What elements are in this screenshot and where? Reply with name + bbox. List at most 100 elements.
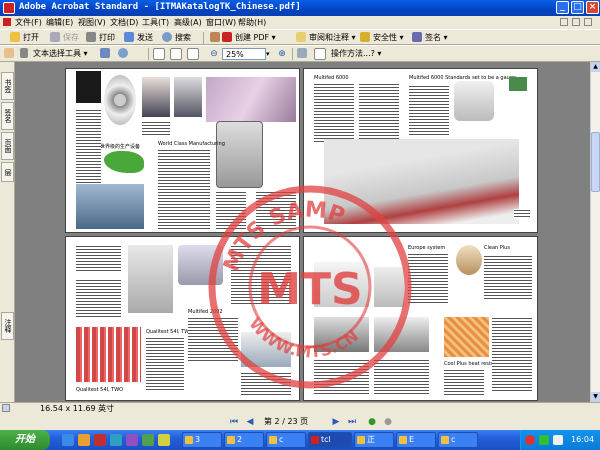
- next-page-button[interactable]: ▶: [330, 416, 342, 428]
- total-pages: 23: [287, 417, 298, 426]
- machine-photo: [454, 81, 494, 121]
- back-view-button[interactable]: ●: [366, 416, 378, 428]
- send-button[interactable]: 发送: [124, 31, 153, 44]
- snapshot-tool-button[interactable]: [100, 47, 113, 60]
- tray-icon[interactable]: [539, 435, 549, 445]
- tab-bookmarks[interactable]: 书签: [1, 72, 14, 100]
- heading-clean-plus: Clean Plus: [484, 245, 510, 251]
- scroll-thumb[interactable]: [591, 132, 600, 192]
- taskbar-item[interactable]: c: [438, 432, 478, 448]
- text-column: [409, 85, 449, 135]
- tab-signatures[interactable]: 签名: [1, 102, 14, 130]
- quicklaunch-icon[interactable]: [158, 434, 170, 446]
- watermark-bottom-text: WWW.MTS.CN: [245, 314, 362, 361]
- menu-window[interactable]: 窗口(W): [206, 16, 236, 29]
- fit-width-button[interactable]: [187, 47, 200, 60]
- scroll-left-icon[interactable]: [2, 404, 10, 412]
- hand-tool-button[interactable]: [4, 47, 15, 60]
- page-indicator[interactable]: 第 2 / 23 页: [264, 416, 308, 428]
- document-view[interactable]: 世界级的生产设备 World Class Manufacturing Multi…: [15, 62, 590, 402]
- minimize-button[interactable]: _: [556, 1, 569, 14]
- taskbar-item[interactable]: c: [266, 432, 306, 448]
- fabric-photo: [206, 77, 296, 122]
- zoom-in-icon: [118, 48, 128, 58]
- doc-restore-icon[interactable]: [572, 18, 580, 26]
- vertical-scrollbar[interactable]: ▲ ▼: [590, 62, 600, 402]
- status-bar: 16.54 x 11.69 英寸: [0, 402, 600, 414]
- quicklaunch-icon[interactable]: [78, 434, 90, 446]
- text-select-tool-button[interactable]: 文本选择工具 ▾: [20, 47, 88, 60]
- scroll-up-arrow[interactable]: ▲: [591, 62, 600, 72]
- doc-minimize-icon[interactable]: [560, 18, 568, 26]
- print-button[interactable]: 打印: [86, 31, 115, 44]
- rotate-button[interactable]: [297, 47, 310, 60]
- app-icon: [269, 436, 277, 444]
- close-button[interactable]: ×: [586, 1, 599, 14]
- zoom-dropdown-arrow[interactable]: ▾: [266, 48, 270, 60]
- menu-file[interactable]: 文件(F): [15, 16, 42, 29]
- create-pdf-button[interactable]: 创建 PDF ▾: [222, 31, 276, 44]
- menu-help[interactable]: 帮助(H): [238, 16, 266, 29]
- menu-edit[interactable]: 编辑(E): [46, 16, 73, 29]
- scroll-down-arrow[interactable]: ▼: [591, 392, 600, 402]
- app-icon: [185, 436, 193, 444]
- text-column: [492, 317, 532, 392]
- tray-icon[interactable]: [525, 435, 535, 445]
- save-label: 保存: [63, 33, 79, 42]
- tab-comments[interactable]: 注释: [1, 312, 14, 340]
- security-button[interactable]: 安全性 ▾: [360, 31, 404, 44]
- menu-advanced[interactable]: 高级(A): [174, 16, 202, 29]
- menu-tools[interactable]: 工具(T): [142, 16, 169, 29]
- forward-view-button[interactable]: ●: [382, 416, 394, 428]
- text-cursor-icon: [20, 48, 28, 58]
- task-label: 正: [367, 435, 375, 444]
- previous-page-button[interactable]: ◀: [244, 416, 256, 428]
- first-page-button[interactable]: ⏮: [228, 416, 240, 428]
- open-button[interactable]: 打开: [10, 31, 39, 44]
- quicklaunch-icon[interactable]: [126, 434, 138, 446]
- ie-quicklaunch-icon[interactable]: [62, 434, 74, 446]
- page-layout-button[interactable]: [314, 47, 327, 60]
- save-button[interactable]: 保存: [50, 31, 79, 44]
- zoom-in-button[interactable]: ⊕: [276, 48, 288, 60]
- actual-size-button[interactable]: [153, 47, 166, 60]
- search-button[interactable]: 搜索: [162, 31, 191, 44]
- watermark-center-text: MTS: [257, 264, 363, 315]
- device-photo: [128, 245, 173, 313]
- taskbar-item[interactable]: 2: [224, 432, 264, 448]
- zoom-level-field[interactable]: 25%: [222, 48, 266, 60]
- comment-icon: [296, 32, 306, 42]
- taskbar-item[interactable]: 3: [182, 432, 222, 448]
- taskbar-item-acrobat[interactable]: tcl: [308, 432, 352, 448]
- last-page-button[interactable]: ⏭: [346, 416, 358, 428]
- review-comment-button[interactable]: 审阅和注释 ▾: [296, 31, 356, 44]
- document-icon[interactable]: [3, 18, 11, 26]
- fit-page-button[interactable]: [170, 47, 183, 60]
- window-title: Adobe Acrobat Standard - [ITMAKatalogTK_…: [19, 2, 301, 12]
- cd-image: [104, 75, 136, 125]
- search-label: 搜索: [175, 33, 191, 42]
- quicklaunch-icon[interactable]: [142, 434, 154, 446]
- quicklaunch-icon[interactable]: [110, 434, 122, 446]
- volume-icon[interactable]: [553, 435, 563, 445]
- doc-close-icon[interactable]: [584, 18, 592, 26]
- open-label: 打开: [23, 33, 39, 42]
- clock[interactable]: 16:04: [571, 430, 594, 450]
- tab-layers[interactable]: 层: [1, 162, 14, 182]
- how-to-button[interactable]: 操作方法...? ▾: [331, 47, 381, 60]
- quicklaunch-icon[interactable]: [94, 434, 106, 446]
- zoom-out-button[interactable]: ⊖: [208, 48, 220, 60]
- page-size-label: 16.54 x 11.69 英寸: [40, 404, 115, 413]
- menu-document[interactable]: 文档(D): [110, 16, 138, 29]
- taskbar-item[interactable]: E: [396, 432, 436, 448]
- menu-view[interactable]: 视图(V): [78, 16, 106, 29]
- start-button[interactable]: 开始: [0, 430, 50, 450]
- taskbar-item[interactable]: 正: [354, 432, 394, 448]
- heading-qualitest: Qualitest 54I, TWO: [146, 329, 194, 335]
- caption-text: [514, 209, 530, 219]
- zoom-tool-button[interactable]: [118, 47, 131, 60]
- maximize-button[interactable]: □: [571, 1, 584, 14]
- tab-pages[interactable]: 页面: [1, 132, 14, 160]
- menu-bar: 文件(F) 编辑(E) 视图(V) 文档(D) 工具(T) 高级(A) 窗口(W…: [0, 16, 600, 29]
- sign-button[interactable]: 签名 ▾: [412, 31, 448, 44]
